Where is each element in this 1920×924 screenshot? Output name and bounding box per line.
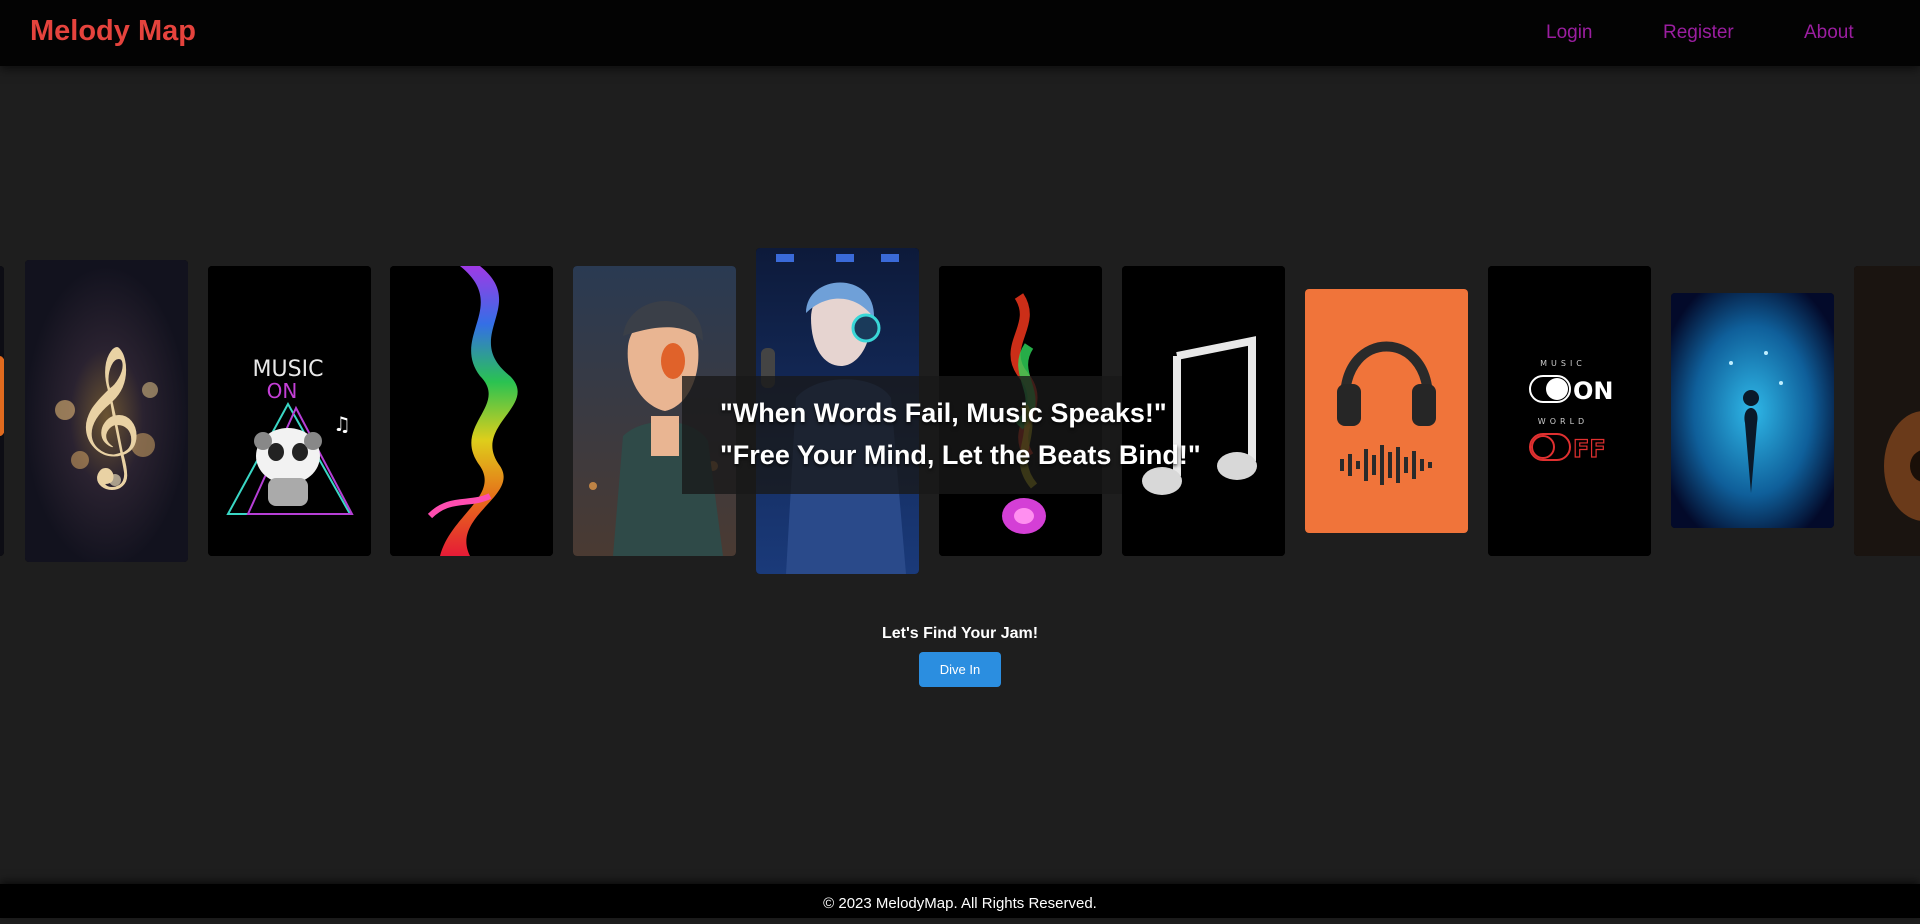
dive-in-button[interactable]: Dive In (919, 652, 1001, 687)
headphones-image (1305, 289, 1468, 533)
gallery-card-music-on-world-off: MUSIC ON WORLD FF (1488, 266, 1651, 556)
cta-heading: Let's Find Your Jam! (881, 625, 1039, 642)
gallery-card-orange-headphones (1305, 289, 1468, 533)
top-navigation-bar: Melody Map Login Register About (0, 0, 1920, 66)
gallery-card-golden-treble-clef: 𝄞 (25, 260, 188, 562)
rainbow-smoke-image (390, 266, 553, 556)
gallery-card-partial-edge (0, 266, 4, 556)
toggle-switch-image: MUSIC ON WORLD FF (1488, 266, 1651, 556)
quote-overlay-box (682, 376, 1122, 494)
switch-card-text-on: ON (1573, 377, 1614, 405)
svg-text:𝄞: 𝄞 (72, 345, 143, 490)
panda-card-text-on: ON (267, 379, 298, 403)
brand-logo-link[interactable]: Melody Map (30, 15, 196, 48)
gallery-card-guitar-partial (1854, 266, 1920, 556)
nav-link-login[interactable]: Login (1546, 22, 1593, 44)
gallery-card-rainbow-smoke (390, 266, 553, 556)
music-art-image (0, 266, 4, 556)
guitar-image (1854, 266, 1920, 556)
gallery-card-music-on-panda: MUSIC ON ♫ (208, 266, 371, 556)
panda-headphones-image: MUSIC ON ♫ (208, 266, 371, 556)
nav-link-register[interactable]: Register (1663, 22, 1734, 44)
quote-line-2: "Free Your Mind, Let the Beats Bind!" (720, 440, 1201, 470)
quote-line-1: "When Words Fail, Music Speaks!" (720, 398, 1167, 428)
switch-card-text-world: WORLD (1538, 417, 1588, 426)
svg-text:♫: ♫ (333, 412, 351, 436)
treble-clef-image: 𝄞 (25, 260, 188, 562)
gallery-card-blue-fantasy (1671, 293, 1834, 528)
switch-card-text-off: FF (1573, 435, 1606, 463)
footer-copyright: © 2023 MelodyMap. All Rights Reserved. (0, 884, 1920, 918)
fantasy-art-image (1671, 293, 1834, 528)
switch-card-text-music: MUSIC (1540, 359, 1586, 368)
nav-link-about[interactable]: About (1804, 22, 1854, 44)
